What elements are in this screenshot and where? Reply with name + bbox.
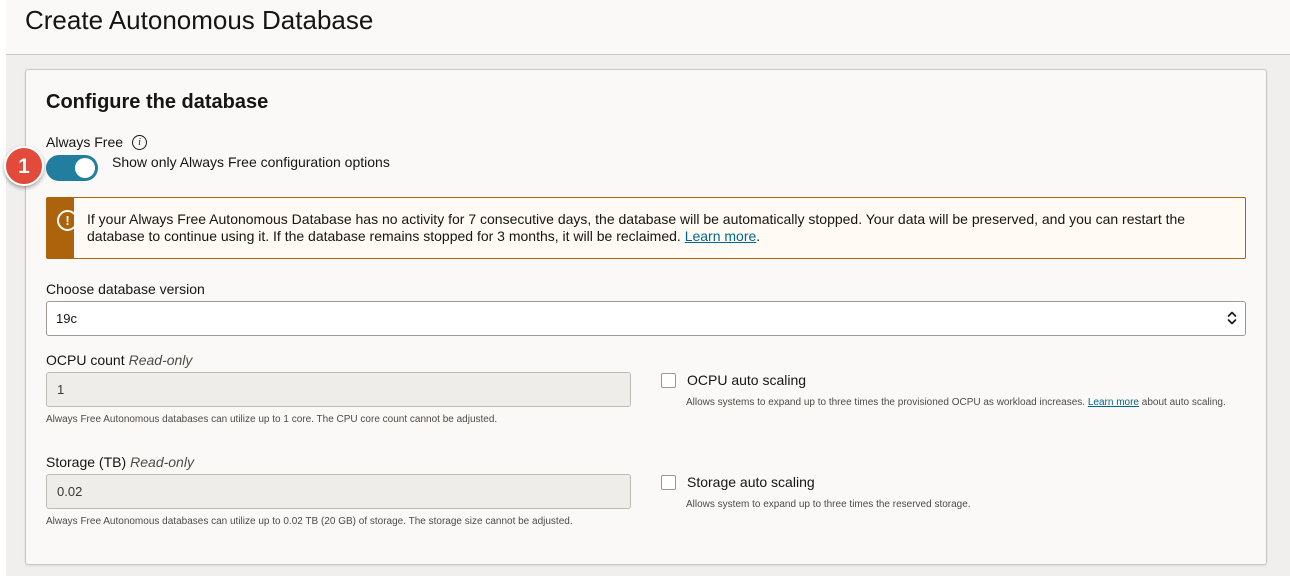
- ocpu-count-input: 1: [46, 372, 631, 407]
- database-version-label: Choose database version: [46, 281, 205, 297]
- warning-text: If your Always Free Autonomous Database …: [87, 211, 1186, 244]
- ocpu-auto-scaling-help-text: Allows systems to expand up to three tim…: [686, 397, 1088, 408]
- warning-learn-more-link[interactable]: Learn more: [685, 228, 757, 244]
- ocpu-readonly-tag: Read-only: [128, 352, 193, 368]
- always-free-toggle-label: Show only Always Free configuration opti…: [112, 154, 390, 170]
- ocpu-auto-scaling-help-suffix: about auto scaling.: [1139, 397, 1226, 408]
- ocpu-auto-scaling-label: OCPU auto scaling: [687, 372, 807, 388]
- database-version-select[interactable]: 19c: [46, 301, 1246, 336]
- page-header: Create Autonomous Database: [6, 0, 1290, 55]
- ocpu-count-label-text: OCPU count: [46, 352, 125, 368]
- storage-auto-scaling-help: Allows system to expand up to three time…: [686, 499, 971, 510]
- ocpu-auto-scaling-checkbox[interactable]: [661, 372, 676, 388]
- database-version-value: 19c: [56, 311, 77, 326]
- ocpu-help-text: Always Free Autonomous databases can uti…: [46, 414, 498, 425]
- page-title: Create Autonomous Database: [25, 5, 374, 35]
- storage-input: 0.02: [46, 474, 631, 509]
- storage-label: Storage (TB) Read-only: [46, 454, 194, 470]
- configure-database-panel: 1 Configure the database Always Free i S…: [4, 69, 1267, 565]
- ocpu-count-label: OCPU count Read-only: [46, 352, 192, 368]
- storage-auto-scaling-row: Storage auto scaling: [661, 474, 815, 490]
- always-free-toggle[interactable]: [46, 155, 98, 181]
- chevron-up-down-icon: [1227, 311, 1237, 325]
- storage-auto-scaling-checkbox[interactable]: [661, 474, 676, 490]
- storage-label-text: Storage (TB): [46, 454, 127, 470]
- step-marker-badge: 1: [4, 146, 44, 186]
- ocpu-learn-more-link[interactable]: Learn more: [1088, 397, 1139, 408]
- warning-message: If your Always Free Autonomous Database …: [74, 198, 1245, 258]
- always-free-label: Always Free i: [46, 134, 148, 150]
- ocpu-auto-scaling-row: OCPU auto scaling: [661, 372, 806, 388]
- storage-auto-scaling-label: Storage auto scaling: [687, 474, 815, 490]
- storage-readonly-tag: Read-only: [130, 454, 194, 470]
- ocpu-auto-scaling-help: Allows systems to expand up to three tim…: [686, 395, 1251, 411]
- warning-strip: !: [47, 198, 78, 258]
- always-free-text: Always Free: [46, 134, 124, 150]
- warning-period: .: [756, 228, 761, 244]
- always-free-warning: ! If your Always Free Autonomous Databas…: [46, 197, 1246, 259]
- warning-icon: !: [57, 210, 78, 231]
- section-title: Configure the database: [46, 91, 269, 113]
- storage-help-text: Always Free Autonomous databases can uti…: [46, 516, 573, 527]
- info-icon[interactable]: i: [132, 134, 148, 150]
- toggle-knob: [75, 158, 95, 178]
